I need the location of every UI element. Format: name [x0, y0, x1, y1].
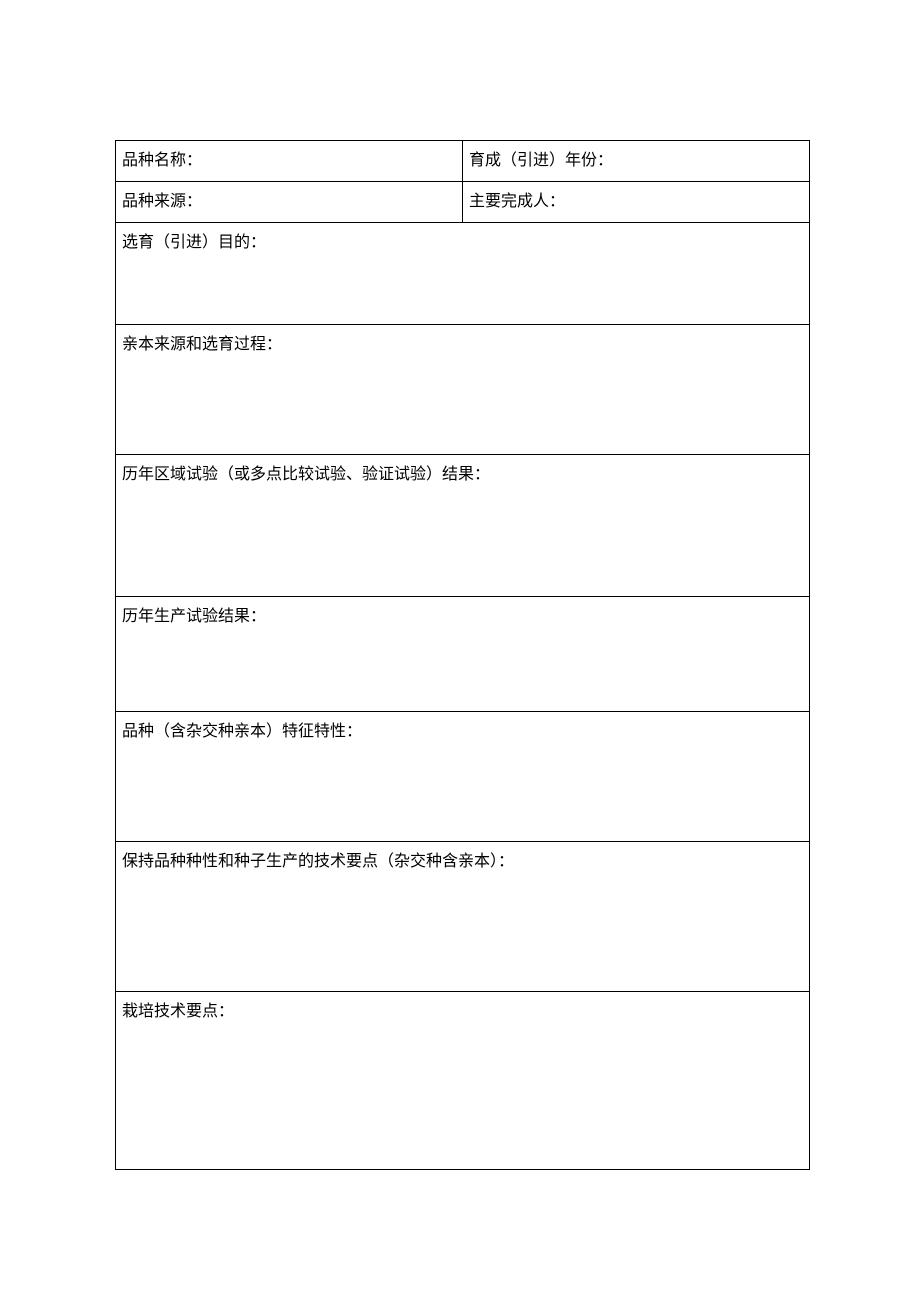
- developed-year-cell[interactable]: 育成（引进）年份：: [463, 141, 810, 182]
- variety-form-table: 品种名称： 育成（引进）年份： 品种来源： 主要完成人： 选育（引进）目的： 亲…: [115, 140, 810, 1170]
- breeding-purpose-cell[interactable]: 选育（引进）目的：: [116, 223, 810, 325]
- variety-source-cell[interactable]: 品种来源：: [116, 182, 463, 223]
- production-trial-cell[interactable]: 历年生产试验结果：: [116, 597, 810, 712]
- main-completer-cell[interactable]: 主要完成人：: [463, 182, 810, 223]
- cultivation-cell[interactable]: 栽培技术要点：: [116, 992, 810, 1170]
- variety-name-cell[interactable]: 品种名称：: [116, 141, 463, 182]
- regional-trial-cell[interactable]: 历年区域试验（或多点比较试验、验证试验）结果：: [116, 455, 810, 597]
- variety-characteristics-cell[interactable]: 品种（含杂交种亲本）特征特性：: [116, 712, 810, 842]
- parent-source-cell[interactable]: 亲本来源和选育过程：: [116, 325, 810, 455]
- seed-production-cell[interactable]: 保持品种种性和种子生产的技术要点（杂交种含亲本）：: [116, 842, 810, 992]
